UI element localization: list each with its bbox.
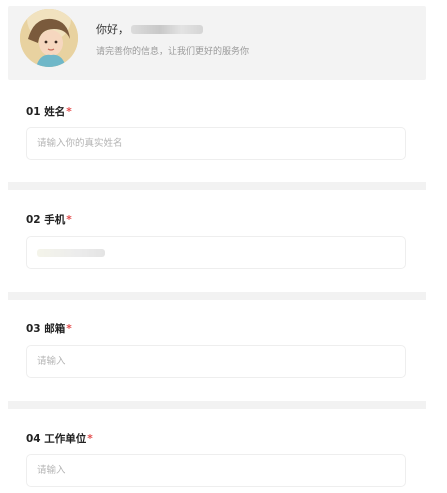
section-divider [8, 292, 426, 300]
company-input[interactable] [26, 454, 406, 487]
field-title-email: 03 邮箱* [26, 321, 72, 336]
phone-input[interactable] [26, 236, 406, 269]
field-label: 手机 [44, 214, 66, 226]
section-divider [8, 182, 426, 190]
blurred-phone-value [37, 248, 105, 257]
required-mark: * [66, 106, 72, 118]
field-label: 姓名 [44, 106, 66, 118]
blurred-username [131, 24, 203, 34]
field-number: 02 [26, 214, 41, 226]
greeting-text: 你好， [96, 21, 203, 37]
field-title-name: 01 姓名* [26, 104, 72, 119]
required-mark: * [66, 323, 72, 335]
field-label: 邮箱 [44, 323, 66, 335]
field-title-company: 04 工作单位* [26, 431, 93, 446]
greeting-label: 你好， [96, 23, 129, 36]
field-label: 工作单位 [44, 433, 87, 445]
required-mark: * [87, 433, 93, 445]
required-mark: * [66, 214, 72, 226]
field-title-phone: 02 手机* [26, 212, 72, 227]
name-input[interactable] [26, 127, 406, 160]
field-number: 04 [26, 433, 41, 445]
field-number: 01 [26, 106, 41, 118]
header-subtitle: 请完善你的信息，让我们更好的服务你 [96, 47, 250, 57]
field-number: 03 [26, 323, 41, 335]
email-input[interactable] [26, 345, 406, 378]
section-divider [8, 401, 426, 409]
avatar [20, 9, 78, 67]
profile-header: 你好， 请完善你的信息，让我们更好的服务你 [8, 6, 426, 80]
